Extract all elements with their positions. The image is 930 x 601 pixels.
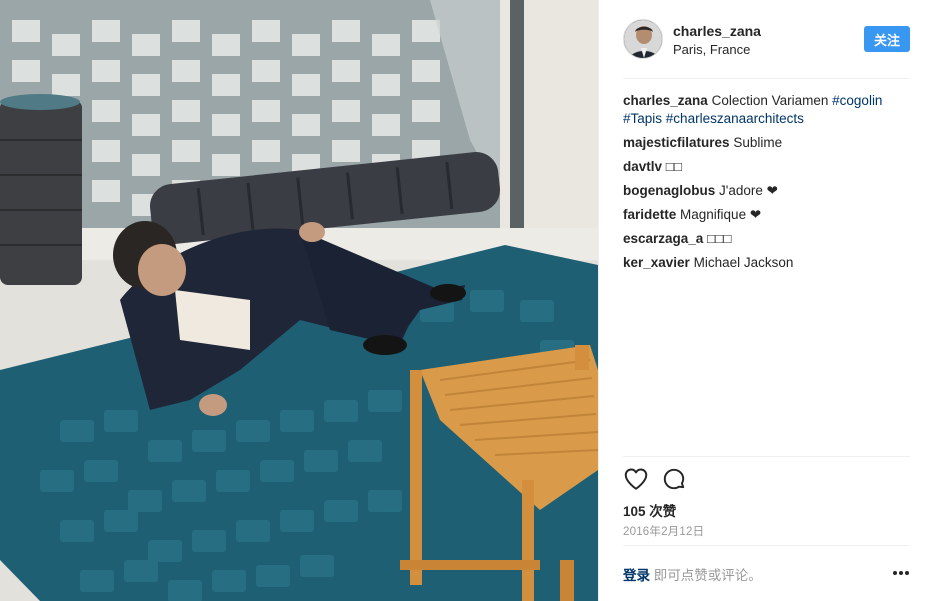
comment-username[interactable]: charles_zana bbox=[623, 93, 708, 108]
post-header: charles_zana Paris, France 关注 bbox=[623, 19, 910, 61]
post-date[interactable]: 2016年2月12日 bbox=[623, 523, 704, 539]
post-photo bbox=[0, 0, 598, 601]
header-divider bbox=[623, 78, 910, 79]
avatar[interactable] bbox=[623, 19, 663, 59]
list-item: davtlv □□ bbox=[623, 158, 911, 176]
comment-username[interactable]: davtlv bbox=[623, 159, 662, 174]
hashtag-link[interactable]: #cogolin bbox=[832, 93, 882, 108]
login-link[interactable]: 登录 bbox=[623, 568, 650, 583]
hashtag-link[interactable]: #charleszanaarchitects bbox=[666, 111, 804, 126]
footer-divider bbox=[623, 545, 910, 546]
follow-button[interactable]: 关注 bbox=[864, 26, 910, 52]
hashtag-link[interactable]: #Tapis bbox=[623, 111, 662, 126]
list-item: faridette Magnifique ❤ bbox=[623, 206, 911, 224]
list-item: majesticfilatures Sublime bbox=[623, 134, 911, 152]
comments-list: charles_zana Colection Variamen #cogolin… bbox=[623, 92, 911, 278]
photo-scene bbox=[0, 0, 598, 601]
comment-username[interactable]: bogenaglobus bbox=[623, 183, 715, 198]
heart-icon[interactable] bbox=[623, 466, 649, 492]
comment-username[interactable]: ker_xavier bbox=[623, 255, 690, 270]
avatar-image bbox=[624, 20, 662, 58]
login-prompt: 登录 即可点赞或评论。 bbox=[623, 564, 762, 584]
likes-count[interactable]: 105 次赞 bbox=[623, 500, 676, 520]
comment-text: Magnifique ❤ bbox=[680, 207, 762, 222]
list-item: escarzaga_a □□□ bbox=[623, 230, 911, 248]
comment-text: □□□ bbox=[707, 231, 732, 246]
actions-divider bbox=[623, 456, 910, 457]
comment-text: □□ bbox=[665, 159, 683, 174]
comment-username[interactable]: faridette bbox=[623, 207, 676, 222]
comment-text: J'adore ❤ bbox=[719, 183, 778, 198]
more-options-icon[interactable] bbox=[892, 566, 910, 578]
caption: charles_zana Colection Variamen #cogolin… bbox=[623, 92, 911, 128]
comment-bubble-icon[interactable] bbox=[661, 466, 687, 492]
comment-hint: 即可点赞或评论。 bbox=[653, 568, 762, 583]
username-link[interactable]: charles_zana bbox=[673, 23, 761, 39]
comment-text: Sublime bbox=[733, 135, 783, 150]
post-detail-panel: charles_zana Paris, France 关注 charles_za… bbox=[598, 0, 930, 601]
list-item: ker_xavier Michael Jackson bbox=[623, 254, 911, 272]
comment-username[interactable]: escarzaga_a bbox=[623, 231, 703, 246]
location-link[interactable]: Paris, France bbox=[673, 42, 750, 57]
comment-text: Michael Jackson bbox=[693, 255, 794, 270]
caption-text: Colection Variamen bbox=[711, 93, 829, 108]
list-item: bogenaglobus J'adore ❤ bbox=[623, 182, 911, 200]
comment-username[interactable]: majesticfilatures bbox=[623, 135, 730, 150]
